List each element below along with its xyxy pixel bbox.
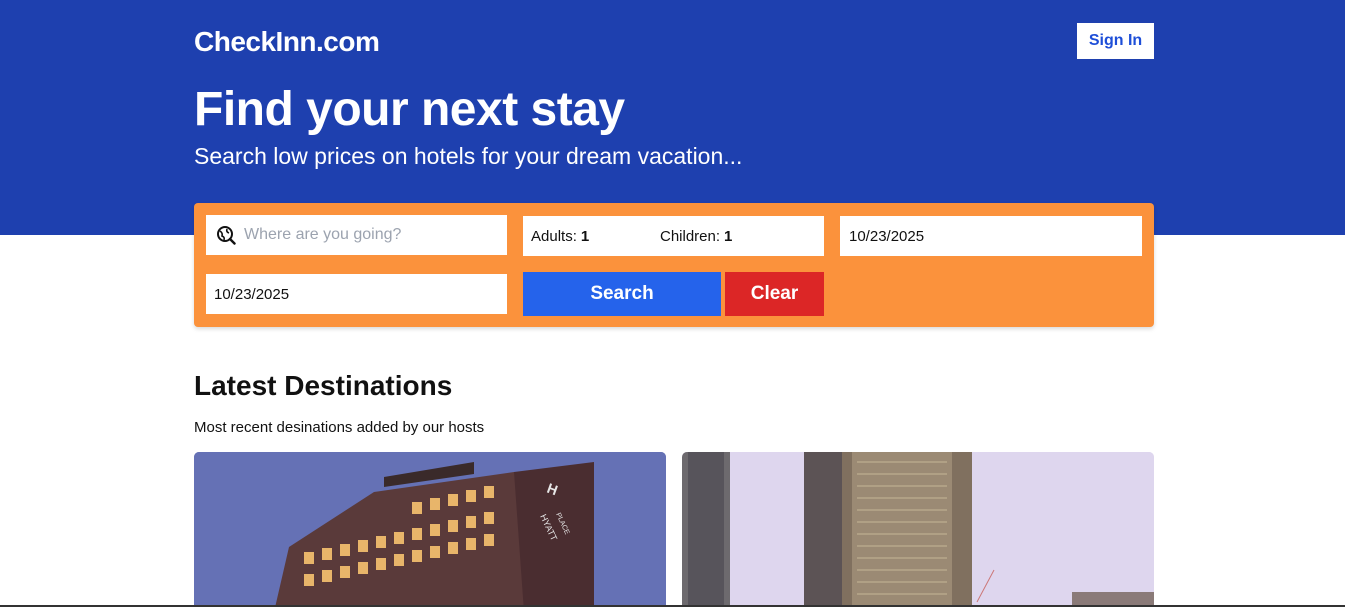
latest-destinations-title: Latest Destinations	[194, 370, 453, 401]
adults-value: 1	[580, 227, 590, 245]
children-label: Children:	[660, 227, 721, 245]
children-value: 1	[724, 227, 733, 245]
latest-destinations-subtitle: Most recent desinations added by our hos…	[194, 419, 485, 436]
destination-input[interactable]	[244, 226, 484, 244]
globe-search-icon	[216, 225, 236, 245]
clear-button[interactable]: Clear	[725, 272, 824, 316]
page-subheadline: Search low prices on hotels for your dre…	[194, 143, 743, 169]
destination-field[interactable]	[206, 215, 507, 255]
check-in-date-field[interactable]: 10/23/2025	[840, 216, 1142, 256]
destination-card[interactable]	[682, 452, 1154, 607]
guests-field: Adults: 1 Children: 1	[523, 216, 824, 256]
children-stepper[interactable]: Children: 1	[660, 228, 732, 245]
search-button[interactable]: Search	[523, 272, 721, 316]
page-headline: Find your next stay	[194, 83, 625, 136]
adults-label: Adults:	[531, 227, 577, 245]
site-logo[interactable]: CheckInn.com	[194, 26, 380, 58]
city-towers-image	[682, 452, 1154, 607]
sign-in-button[interactable]: Sign In	[1077, 23, 1154, 59]
hotel-image: H HYATT PLACE	[194, 452, 666, 607]
search-form: Adults: 1 Children: 1 10/23/2025 10/23/2…	[194, 203, 1154, 327]
check-in-date-value: 10/23/2025	[849, 227, 925, 245]
check-out-date-value: 10/23/2025	[214, 285, 290, 303]
adults-stepper[interactable]: Adults: 1	[531, 228, 589, 245]
check-out-date-field[interactable]: 10/23/2025	[206, 274, 507, 314]
destination-card[interactable]: H HYATT PLACE	[194, 452, 666, 607]
